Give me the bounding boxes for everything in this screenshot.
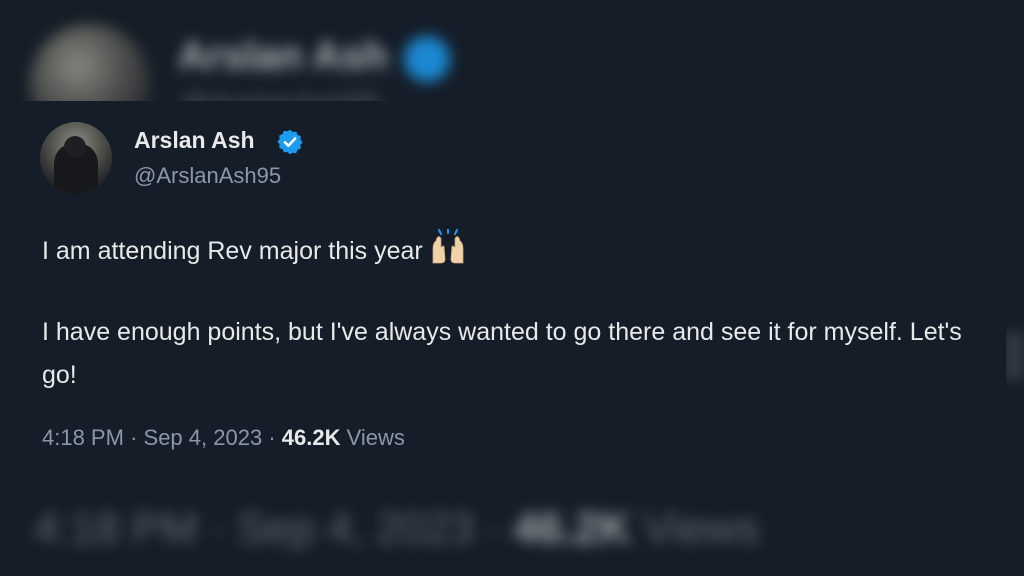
views-label: Views: [346, 425, 405, 450]
tweet-line-1-text: I am attending Rev major this year: [42, 237, 423, 265]
avatar-head: [64, 136, 86, 158]
tweet-text: I am attending Rev major this year I hav…: [42, 229, 1002, 397]
avatar[interactable]: [40, 122, 112, 194]
tweet-meta: 4:18 PM · Sep 4, 2023 · 46.2K Views: [42, 425, 405, 451]
display-name[interactable]: Arslan Ash: [134, 127, 255, 154]
blurred-views-label: Views: [643, 504, 760, 553]
raising-hands-emoji-icon: [432, 229, 464, 264]
tweet-card: Arslan Ash @ArslanAsh95 I am attending R…: [0, 101, 1006, 491]
blurred-verified-icon: [404, 36, 450, 82]
user-handle[interactable]: @ArslanAsh95: [134, 163, 281, 189]
tweet-text-line-2: I have enough points, but I've always wa…: [42, 318, 962, 389]
blurred-separator: ·: [210, 504, 225, 553]
tweet-time[interactable]: 4:18 PM: [42, 425, 124, 450]
tweet-text-line-1: I am attending Rev major this year: [42, 229, 1002, 273]
blurred-edge: [1004, 332, 1024, 380]
blurred-meta: 4:18 PM · Sep 4, 2023 · 46.2K Views: [34, 504, 760, 554]
tweet-date[interactable]: Sep 4, 2023: [144, 425, 263, 450]
meta-separator: ·: [130, 425, 138, 450]
verified-badge-icon: [277, 129, 303, 155]
blurred-separator-2: ·: [486, 504, 502, 553]
blurred-display-name: Arslan Ash: [178, 34, 388, 78]
blurred-views-count: 46.2K: [513, 504, 631, 553]
meta-separator-2: ·: [268, 425, 276, 450]
blurred-time: 4:18 PM: [34, 504, 198, 553]
blurred-date: Sep 4, 2023: [237, 504, 475, 553]
views-count: 46.2K: [281, 425, 341, 450]
